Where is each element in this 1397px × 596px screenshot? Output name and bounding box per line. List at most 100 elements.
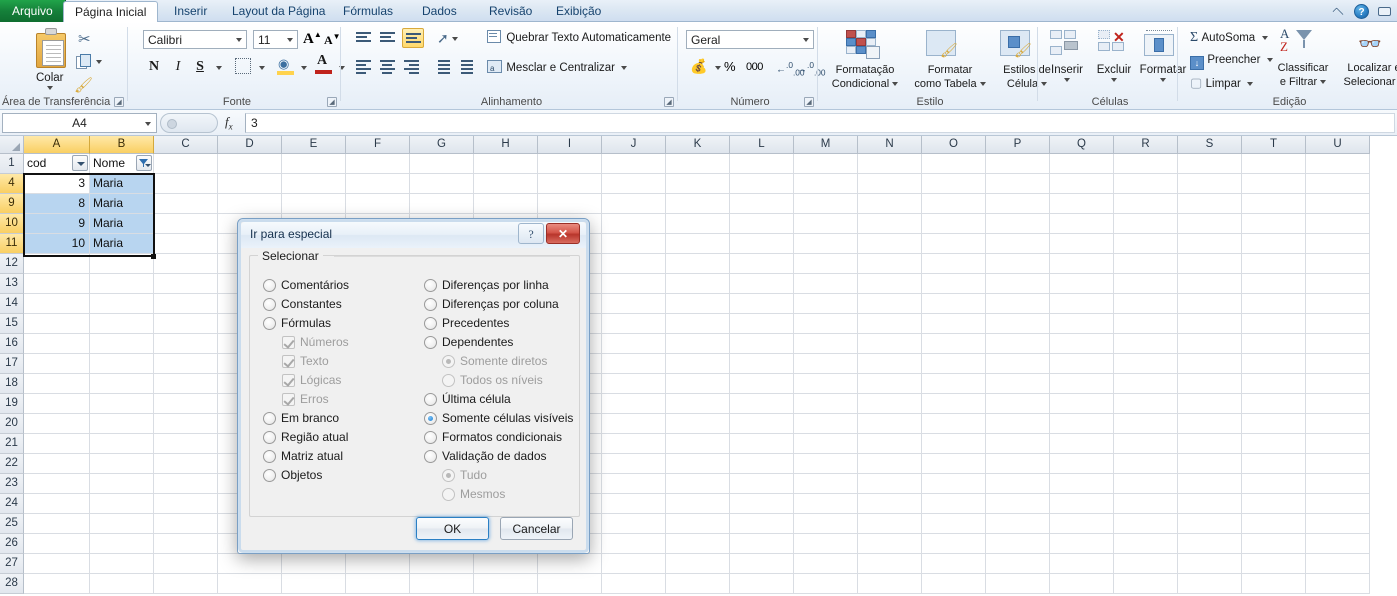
cell-R16[interactable] (1114, 334, 1178, 354)
cell-J14[interactable] (602, 294, 666, 314)
cell-P14[interactable] (986, 294, 1050, 314)
cell-R27[interactable] (1114, 554, 1178, 574)
radio-precedentes[interactable] (424, 317, 437, 330)
column-header-S[interactable]: S (1178, 136, 1242, 154)
cell-R20[interactable] (1114, 414, 1178, 434)
cell-O13[interactable] (922, 274, 986, 294)
cell-S27[interactable] (1178, 554, 1242, 574)
cell-K13[interactable] (666, 274, 730, 294)
cell-B27[interactable] (90, 554, 154, 574)
cell-P28[interactable] (986, 574, 1050, 594)
cell-G27[interactable] (410, 554, 474, 574)
option-label[interactable]: Somente células visíveis (442, 411, 573, 425)
cell-U13[interactable] (1306, 274, 1370, 294)
cell-M24[interactable] (794, 494, 858, 514)
cell-T15[interactable] (1242, 314, 1306, 334)
cell-T10[interactable] (1242, 214, 1306, 234)
cell-J15[interactable] (602, 314, 666, 334)
cell-Q17[interactable] (1050, 354, 1114, 374)
option-label[interactable]: Comentários (281, 278, 349, 292)
radio-formatos-condicionais[interactable] (424, 431, 437, 444)
cell-R14[interactable] (1114, 294, 1178, 314)
cell-T21[interactable] (1242, 434, 1306, 454)
cell-N4[interactable] (858, 174, 922, 194)
cell-S26[interactable] (1178, 534, 1242, 554)
cell-A1[interactable]: cod (24, 154, 90, 174)
radio-coment-rios[interactable] (263, 279, 276, 292)
column-header-J[interactable]: J (602, 136, 666, 154)
radio-regi-o-atual[interactable] (263, 431, 276, 444)
column-header-G[interactable]: G (410, 136, 474, 154)
cell-C4[interactable] (154, 174, 218, 194)
cell-C23[interactable] (154, 474, 218, 494)
cell-N27[interactable] (858, 554, 922, 574)
cell-O9[interactable] (922, 194, 986, 214)
cell-R24[interactable] (1114, 494, 1178, 514)
cell-I1[interactable] (538, 154, 602, 174)
cell-U22[interactable] (1306, 454, 1370, 474)
cell-S4[interactable] (1178, 174, 1242, 194)
cell-J18[interactable] (602, 374, 666, 394)
cell-R15[interactable] (1114, 314, 1178, 334)
cell-K16[interactable] (666, 334, 730, 354)
cell-Q10[interactable] (1050, 214, 1114, 234)
cell-I9[interactable] (538, 194, 602, 214)
cell-J24[interactable] (602, 494, 666, 514)
cell-T1[interactable] (1242, 154, 1306, 174)
cell-K25[interactable] (666, 514, 730, 534)
cell-L26[interactable] (730, 534, 794, 554)
cell-Q4[interactable] (1050, 174, 1114, 194)
cell-J26[interactable] (602, 534, 666, 554)
cell-M20[interactable] (794, 414, 858, 434)
row-header-14[interactable]: 14 (0, 294, 24, 314)
cell-K10[interactable] (666, 214, 730, 234)
cell-C9[interactable] (154, 194, 218, 214)
cancel-button[interactable]: Cancelar (500, 517, 573, 540)
cell-J9[interactable] (602, 194, 666, 214)
cell-U12[interactable] (1306, 254, 1370, 274)
cell-O25[interactable] (922, 514, 986, 534)
cell-B23[interactable] (90, 474, 154, 494)
cell-Q22[interactable] (1050, 454, 1114, 474)
cell-K9[interactable] (666, 194, 730, 214)
tab-layout-da-pagina[interactable]: Layout da Página (221, 1, 336, 22)
cell-S13[interactable] (1178, 274, 1242, 294)
cell-Q21[interactable] (1050, 434, 1114, 454)
formula-input[interactable]: 3 (245, 113, 1395, 133)
cell-J11[interactable] (602, 234, 666, 254)
cell-J1[interactable] (602, 154, 666, 174)
cell-S14[interactable] (1178, 294, 1242, 314)
cell-A21[interactable] (24, 434, 90, 454)
cell-K23[interactable] (666, 474, 730, 494)
column-header-M[interactable]: M (794, 136, 858, 154)
cell-C11[interactable] (154, 234, 218, 254)
cell-U21[interactable] (1306, 434, 1370, 454)
row-header-10[interactable]: 10 (0, 214, 24, 234)
cell-E28[interactable] (282, 574, 346, 594)
cell-K4[interactable] (666, 174, 730, 194)
cell-L1[interactable] (730, 154, 794, 174)
clipboard-dialog-launcher[interactable]: ◢ (114, 97, 124, 107)
cell-U26[interactable] (1306, 534, 1370, 554)
cell-O14[interactable] (922, 294, 986, 314)
cell-L28[interactable] (730, 574, 794, 594)
column-header-N[interactable]: N (858, 136, 922, 154)
cell-M16[interactable] (794, 334, 858, 354)
dialog-help-button[interactable]: ? (518, 223, 544, 244)
cell-E4[interactable] (282, 174, 346, 194)
cell-C15[interactable] (154, 314, 218, 334)
column-header-I[interactable]: I (538, 136, 602, 154)
cell-O15[interactable] (922, 314, 986, 334)
format-cells-icon[interactable] (1144, 30, 1174, 56)
cell-D27[interactable] (218, 554, 282, 574)
cell-Q15[interactable] (1050, 314, 1114, 334)
help-icon[interactable]: ? (1354, 3, 1369, 19)
cell-B21[interactable] (90, 434, 154, 454)
cell-J19[interactable] (602, 394, 666, 414)
cell-M23[interactable] (794, 474, 858, 494)
cell-U19[interactable] (1306, 394, 1370, 414)
cell-S19[interactable] (1178, 394, 1242, 414)
column-header-R[interactable]: R (1114, 136, 1178, 154)
cell-C10[interactable] (154, 214, 218, 234)
cell-J25[interactable] (602, 514, 666, 534)
